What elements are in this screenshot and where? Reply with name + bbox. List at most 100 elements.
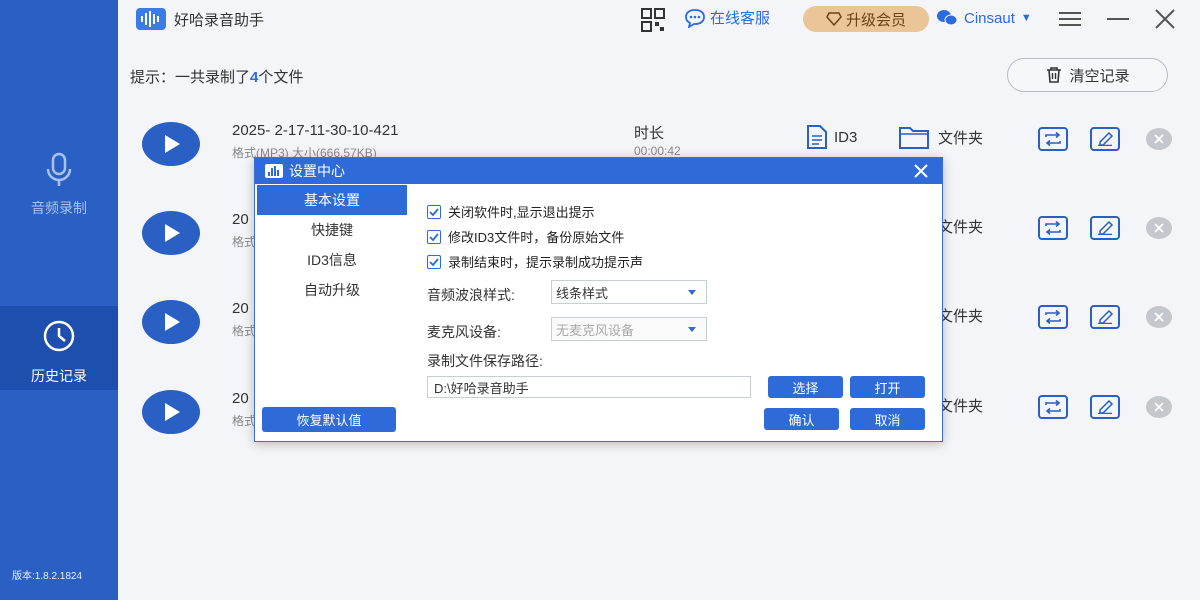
chat-bubble-icon	[685, 8, 705, 28]
microphone-select[interactable]: 无麦克风设备	[551, 317, 707, 341]
id3-button[interactable]: ID3	[806, 124, 857, 150]
sidebar-item-audio-record[interactable]: 音频录制	[0, 150, 118, 230]
play-button[interactable]	[142, 300, 200, 344]
open-path-button[interactable]: 打开	[850, 376, 925, 398]
tab-auto-upgrade[interactable]: 自动升级	[257, 275, 407, 305]
chevron-down-icon	[688, 290, 696, 295]
record-format: 格式	[232, 324, 257, 338]
folder-label: 文件夹	[938, 307, 984, 325]
qr-code-icon[interactable]	[640, 7, 666, 33]
close-icon[interactable]	[1152, 6, 1178, 32]
close-icon	[1154, 134, 1164, 144]
edit-button[interactable]	[1090, 127, 1120, 151]
delete-button[interactable]	[1146, 396, 1172, 418]
option-label: 关闭软件时,显示退出提示	[448, 205, 595, 220]
clock-icon	[43, 320, 75, 352]
record-name: 20	[232, 211, 249, 228]
confirm-button[interactable]: 确认	[764, 408, 839, 430]
edit-button[interactable]	[1090, 395, 1120, 419]
option-record-success-sound[interactable]: 录制结束时，提示录制成功提示声	[427, 252, 643, 271]
close-icon	[1154, 223, 1164, 233]
document-icon	[807, 125, 827, 149]
folder-label: 文件夹	[938, 129, 984, 147]
play-icon	[165, 403, 180, 421]
dialog-close-icon[interactable]	[912, 162, 930, 180]
convert-button[interactable]	[1038, 216, 1068, 240]
play-icon	[165, 313, 180, 331]
open-folder-button[interactable]: 文件夹	[898, 124, 983, 150]
trash-icon	[1047, 67, 1062, 83]
close-icon	[1154, 312, 1164, 322]
app-logo-icon	[136, 8, 166, 30]
tab-shortcuts[interactable]: 快捷键	[257, 215, 407, 245]
folder-label: 文件夹	[938, 218, 984, 236]
delete-button[interactable]	[1146, 217, 1172, 239]
clear-records-button[interactable]: 清空记录	[1007, 58, 1168, 92]
app-title: 好哈录音助手	[174, 12, 265, 29]
settings-dialog: 设置中心 基本设置 快捷键 ID3信息 自动升级 关闭软件时,显示退出提示 修改…	[254, 157, 943, 442]
user-menu[interactable]: Cinsaut ▼	[936, 9, 1032, 27]
edit-icon	[1098, 132, 1114, 146]
option-label: 修改ID3文件时，备份原始文件	[448, 230, 625, 245]
microphone-icon	[46, 152, 72, 186]
delete-button[interactable]	[1146, 306, 1172, 328]
clear-records-label: 清空记录	[1069, 67, 1130, 85]
record-format: 格式	[232, 414, 257, 428]
convert-button[interactable]	[1038, 395, 1068, 419]
folder-icon	[899, 127, 929, 149]
checkbox-checked-icon[interactable]	[427, 229, 441, 244]
option-label: 录制结束时，提示录制成功提示声	[448, 255, 644, 270]
username: Cinsaut	[964, 9, 1015, 27]
checkbox-checked-icon[interactable]	[427, 204, 441, 219]
convert-button[interactable]	[1038, 305, 1068, 329]
edit-button[interactable]	[1090, 216, 1120, 240]
restore-defaults-button[interactable]: 恢复默认值	[262, 407, 396, 432]
wave-style-select[interactable]: 线条样式	[551, 280, 707, 304]
option-exit-prompt[interactable]: 关闭软件时,显示退出提示	[427, 202, 595, 221]
record-format: 格式	[232, 235, 257, 249]
swap-icon	[1045, 132, 1061, 146]
convert-button[interactable]	[1038, 127, 1068, 151]
folder-label: 文件夹	[938, 397, 984, 415]
sidebar-item-label: 音频录制	[31, 200, 87, 216]
microphone-value: 无麦克风设备	[556, 322, 635, 338]
checkbox-checked-icon[interactable]	[427, 254, 441, 269]
wechat-icon	[937, 10, 958, 26]
record-count-hint: 提示：一共录制了4个文件	[130, 69, 304, 86]
settings-nav: 基本设置 快捷键 ID3信息 自动升级	[257, 185, 407, 305]
edit-icon	[1098, 400, 1114, 414]
online-service-label: 在线客服	[710, 10, 771, 27]
wave-style-label: 音频波浪样式:	[427, 287, 515, 303]
play-button[interactable]	[142, 390, 200, 434]
play-icon	[165, 135, 180, 153]
save-path-label: 录制文件保存路径:	[427, 353, 543, 369]
record-name: 2025- 2-17-11-30-10-421	[232, 122, 399, 139]
app-logo-icon	[265, 164, 283, 178]
wave-style-value: 线条样式	[556, 285, 609, 301]
close-icon	[1154, 402, 1164, 412]
swap-icon	[1045, 310, 1061, 324]
play-button[interactable]	[142, 122, 200, 166]
save-path-input[interactable]: D:\好哈录音助手	[427, 376, 751, 398]
sidebar-item-label: 历史记录	[31, 368, 87, 384]
menu-icon[interactable]	[1058, 10, 1082, 28]
upgrade-vip-button[interactable]: 升级会员	[803, 6, 929, 32]
swap-icon	[1045, 400, 1061, 414]
edit-button[interactable]	[1090, 305, 1120, 329]
tab-basic-settings[interactable]: 基本设置	[257, 185, 407, 215]
cancel-button[interactable]: 取消	[850, 408, 925, 430]
sidebar-item-history[interactable]: 历史记录	[0, 306, 118, 390]
tab-id3-info[interactable]: ID3信息	[257, 245, 407, 275]
record-name: 20	[232, 390, 249, 407]
online-service-button[interactable]: 在线客服	[684, 7, 770, 28]
edit-icon	[1098, 221, 1114, 235]
edit-icon	[1098, 310, 1114, 324]
minimize-icon[interactable]	[1106, 10, 1130, 28]
choose-path-button[interactable]: 选择	[768, 376, 843, 398]
dialog-title-bar: 设置中心	[255, 158, 942, 184]
play-button[interactable]	[142, 211, 200, 255]
option-backup-id3[interactable]: 修改ID3文件时，备份原始文件	[427, 227, 624, 246]
delete-button[interactable]	[1146, 128, 1172, 150]
dropdown-caret-icon: ▼	[1020, 12, 1032, 24]
version-label: 版本:1.8.2.1824	[12, 571, 83, 582]
